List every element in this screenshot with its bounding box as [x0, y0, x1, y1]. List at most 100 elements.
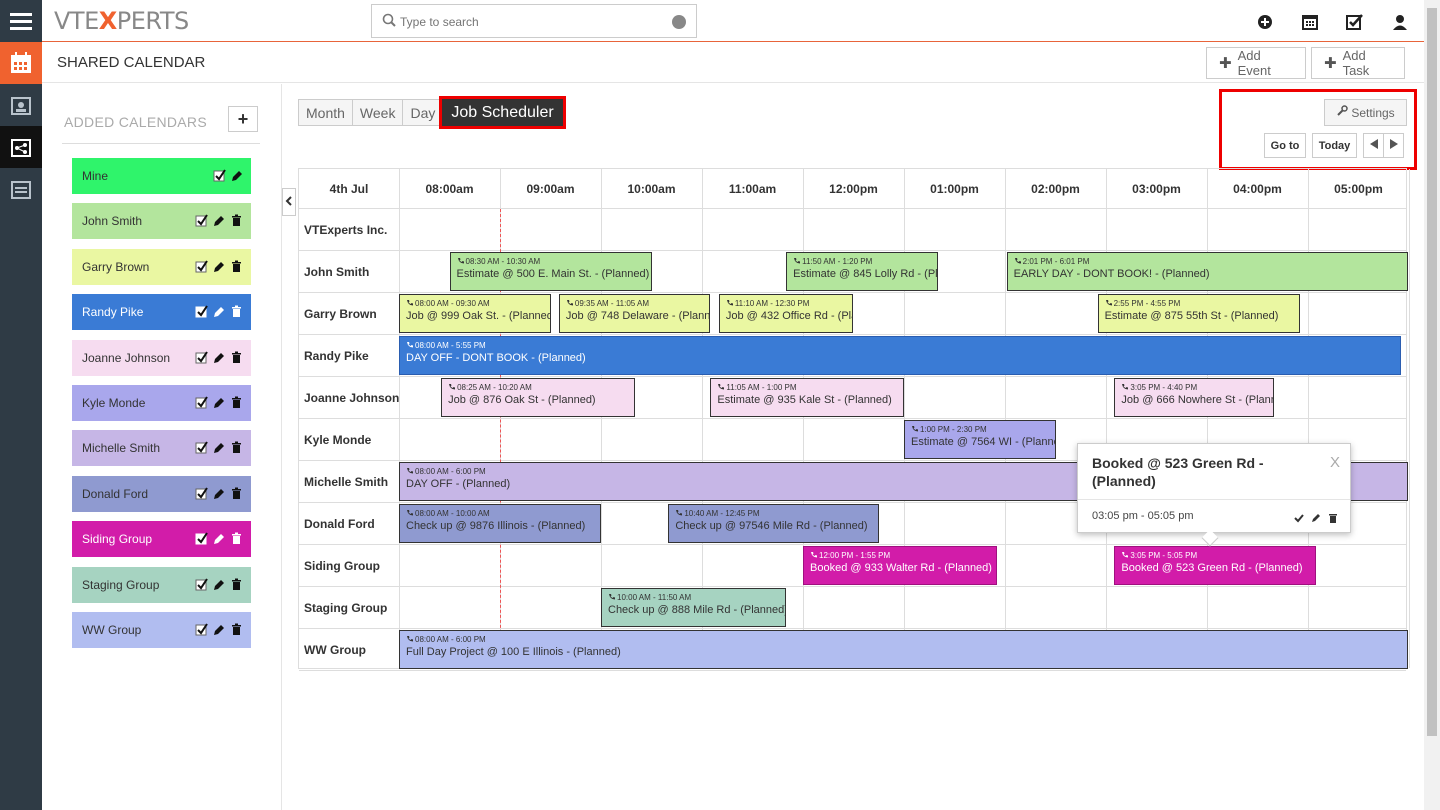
add-task-button[interactable]: ✚ Add Task — [1311, 47, 1405, 79]
event-block[interactable]: 10:40 AM - 12:45 PM Check up @ 97546 Mile… — [668, 504, 879, 543]
event-block[interactable]: 08:00 AM - 5:55 PM DAY OFF - DONT BOOK - … — [399, 336, 1401, 375]
close-icon[interactable]: X — [1330, 454, 1340, 471]
add-calendar-button[interactable]: + — [228, 106, 258, 132]
trash-icon[interactable] — [231, 487, 243, 500]
event-block[interactable]: 08:30 AM - 10:30 AM Estimate @ 500 E. Mai… — [449, 252, 652, 291]
pencil-icon[interactable] — [1311, 510, 1321, 522]
event-block[interactable]: 1:00 PM - 2:30 PM Estimate @ 7564 WI - (P… — [904, 420, 1056, 459]
calendar-item-label: Donald Ford — [82, 486, 149, 501]
hour-header: 09:00am — [526, 182, 575, 196]
shared-calendar-icon[interactable] — [0, 126, 42, 168]
pencil-icon[interactable] — [213, 305, 225, 318]
event-block[interactable]: 2:55 PM - 4:55 PM Estimate @ 875 55th St … — [1097, 294, 1300, 333]
pencil-icon[interactable] — [213, 532, 225, 545]
pencil-icon[interactable] — [213, 487, 225, 500]
pencil-icon[interactable] — [231, 169, 243, 182]
today-button[interactable]: Today — [1312, 133, 1357, 158]
pencil-icon[interactable] — [213, 351, 225, 364]
event-block[interactable]: 11:10 AM - 12:30 PM Job @ 432 Office Rd -… — [718, 294, 854, 333]
collapse-panel-button[interactable] — [282, 188, 296, 216]
menu-icon[interactable] — [0, 0, 42, 42]
checkbox-icon[interactable] — [195, 623, 208, 636]
contact-calendar-icon[interactable] — [0, 84, 42, 126]
checkbox-icon[interactable] — [195, 487, 208, 500]
pencil-icon[interactable] — [213, 441, 225, 454]
tab-week[interactable]: Week — [351, 99, 404, 126]
checkbox-icon[interactable] — [195, 260, 208, 273]
calendar-item[interactable]: Staging Group — [72, 566, 251, 603]
pencil-icon[interactable] — [213, 396, 225, 409]
checkbox-icon[interactable] — [195, 305, 208, 318]
calendar-item[interactable]: Garry Brown — [72, 248, 251, 285]
trash-icon[interactable] — [231, 351, 243, 364]
add-circle-icon[interactable] — [1255, 12, 1275, 32]
event-block[interactable]: 3:05 PM - 4:40 PM Job @ 666 Nowhere St - … — [1114, 378, 1275, 417]
calendar-item[interactable]: Donald Ford — [72, 475, 251, 512]
next-button[interactable] — [1383, 133, 1404, 158]
tab-job-scheduler[interactable]: Job Scheduler — [439, 96, 566, 129]
trash-icon[interactable] — [231, 441, 243, 454]
calendar-item-label: Staging Group — [82, 577, 160, 592]
event-block[interactable]: 11:05 AM - 1:00 PM Estimate @ 935 Kale St… — [710, 378, 904, 417]
schedule-icon[interactable] — [0, 168, 42, 210]
trash-icon[interactable] — [231, 623, 243, 636]
checkbox-icon[interactable] — [195, 441, 208, 454]
checkbox-icon[interactable] — [195, 532, 208, 545]
settings-button[interactable]: Settings — [1324, 99, 1407, 126]
popover-time: 03:05 pm - 05:05 pm — [1092, 510, 1194, 522]
calendar-item[interactable]: Siding Group — [72, 521, 251, 558]
trash-icon[interactable] — [231, 260, 243, 273]
calendar-item[interactable]: Mine — [72, 158, 251, 194]
event-block[interactable]: 10:00 AM - 11:50 AM Check up @ 888 Mile R… — [601, 588, 787, 627]
trash-icon[interactable] — [231, 578, 243, 591]
check-icon[interactable] — [1294, 510, 1304, 523]
scrollbar-thumb[interactable] — [1427, 8, 1437, 736]
pencil-icon[interactable] — [213, 214, 225, 227]
checkbox-icon[interactable] — [195, 351, 208, 364]
goto-button[interactable]: Go to — [1264, 133, 1306, 158]
prev-button[interactable] — [1363, 133, 1384, 158]
checkbox-icon[interactable] — [213, 169, 226, 182]
trash-icon[interactable] — [231, 305, 243, 318]
event-block[interactable]: 08:25 AM - 10:20 AM Job @ 876 Oak St - (P… — [441, 378, 635, 417]
search-input[interactable] — [400, 11, 660, 33]
calendar-item[interactable]: Randy Pike — [72, 294, 251, 331]
event-block[interactable]: 08:00 AM - 6:00 PM Full Day Project @ 100… — [399, 630, 1408, 669]
calendar-item-label: Siding Group — [82, 532, 153, 547]
page-scrollbar[interactable] — [1424, 0, 1440, 810]
event-block[interactable]: 08:00 AM - 09:30 AM Job @ 999 Oak St. - (… — [399, 294, 551, 333]
pencil-icon[interactable] — [213, 623, 225, 636]
tab-month[interactable]: Month — [298, 99, 353, 126]
calendar-item[interactable]: WW Group — [72, 612, 251, 648]
left-rail — [0, 0, 42, 810]
event-block[interactable]: 2:01 PM - 6:01 PM EARLY DAY - DONT BOOK! … — [1006, 252, 1408, 291]
trash-icon[interactable] — [1328, 510, 1338, 523]
event-block[interactable]: 08:00 AM - 10:00 AM Check up @ 9876 Illin… — [399, 504, 601, 543]
divider — [62, 143, 260, 144]
event-block[interactable]: 09:35 AM - 11:05 AM Job @ 748 Delaware - … — [558, 294, 711, 333]
calendar-icon[interactable] — [1300, 12, 1320, 32]
calendar-item[interactable]: Michelle Smith — [72, 430, 251, 467]
calendar-item[interactable]: Kyle Monde — [72, 385, 251, 421]
checkbox-icon[interactable] — [195, 396, 208, 409]
calendar-item[interactable]: Joanne Johnson — [72, 339, 251, 376]
trash-icon[interactable] — [231, 396, 243, 409]
trash-icon[interactable] — [231, 214, 243, 227]
event-block[interactable]: 12:00 PM - 1:55 PM Booked @ 933 Walter Rd… — [803, 546, 997, 585]
row-label: John Smith — [304, 265, 370, 279]
calendar-item[interactable]: John Smith — [72, 203, 251, 240]
search-dropdown-icon[interactable] — [672, 15, 686, 29]
tasks-icon[interactable] — [1345, 12, 1365, 32]
search-box[interactable] — [371, 4, 697, 38]
event-block[interactable]: 11:50 AM - 1:20 PM Estimate @ 845 Lolly R… — [786, 252, 938, 291]
tab-day[interactable]: Day — [402, 99, 444, 126]
event-block[interactable]: 3:05 PM - 5:05 PM Booked @ 523 Green Rd -… — [1114, 546, 1317, 585]
pencil-icon[interactable] — [213, 578, 225, 591]
user-icon[interactable] — [1390, 12, 1410, 32]
pencil-icon[interactable] — [213, 260, 225, 273]
calendar-nav-icon[interactable] — [0, 42, 42, 84]
checkbox-icon[interactable] — [195, 578, 208, 591]
checkbox-icon[interactable] — [195, 214, 208, 227]
add-event-button[interactable]: ✚ Add Event — [1206, 47, 1306, 79]
trash-icon[interactable] — [231, 532, 243, 545]
